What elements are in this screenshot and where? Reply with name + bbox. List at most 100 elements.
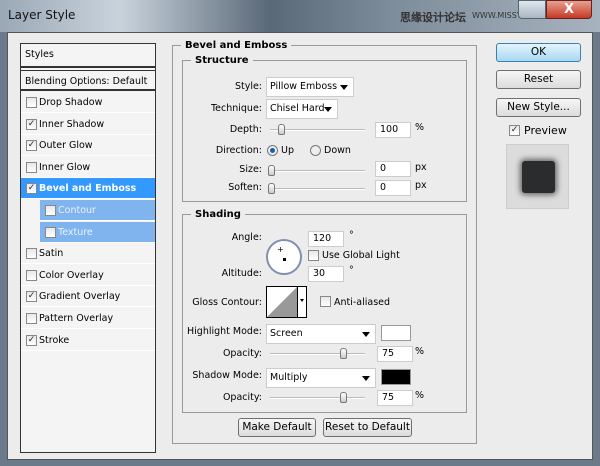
direction-down-label: Down: [324, 145, 351, 156]
size-input[interactable]: 0: [375, 161, 411, 177]
highlight-color-swatch[interactable]: [381, 325, 411, 341]
shadow-opacity-input[interactable]: 75: [377, 390, 413, 406]
shadow-opacity-thumb[interactable]: [340, 392, 347, 403]
style-checkbox[interactable]: ✓: [26, 334, 37, 346]
styles-list: Styles Blending Options: Default Drop Sh…: [20, 43, 156, 453]
depth-slider-thumb[interactable]: [278, 124, 285, 135]
altitude-input[interactable]: 30: [308, 266, 344, 282]
angle-input[interactable]: 120: [308, 231, 344, 247]
highlight-mode-label: Highlight Mode:: [187, 326, 262, 337]
soften-slider[interactable]: [268, 183, 365, 194]
style-checkbox[interactable]: ✓: [26, 118, 37, 130]
bevel-title: Bevel and Emboss: [185, 40, 288, 51]
reset-button[interactable]: Reset: [496, 70, 581, 89]
style-item-color-overlay[interactable]: Color Overlay: [21, 265, 155, 286]
size-slider[interactable]: [268, 165, 365, 176]
style-item-stroke[interactable]: ✓ Stroke: [21, 330, 155, 351]
highlight-opacity-thumb[interactable]: [340, 348, 347, 359]
style-checkbox[interactable]: [26, 248, 37, 260]
global-light-checkbox[interactable]: [308, 250, 319, 261]
style-item-drop-shadow[interactable]: Drop Shadow: [21, 92, 155, 113]
style-item-gradient-overlay[interactable]: ✓ Gradient Overlay: [21, 286, 155, 308]
shadow-color-swatch[interactable]: [381, 369, 411, 385]
soften-input[interactable]: 0: [375, 180, 411, 196]
angle-degree: °: [349, 230, 354, 241]
styles-header[interactable]: Styles: [21, 44, 155, 68]
blending-options[interactable]: Blending Options: Default: [21, 70, 155, 91]
anti-aliased-label: Anti-aliased: [334, 297, 391, 308]
style-preview: [506, 144, 569, 209]
direction-up-radio[interactable]: [267, 145, 278, 156]
style-item-bevel-and-emboss[interactable]: ✓ Bevel and Emboss: [21, 178, 155, 200]
depth-input[interactable]: 100: [375, 122, 411, 138]
style-checkbox[interactable]: [26, 97, 37, 108]
style-checkbox[interactable]: [45, 226, 56, 238]
style-item-texture[interactable]: Texture: [40, 221, 155, 243]
new-style-button[interactable]: New Style...: [496, 98, 581, 117]
restore-button[interactable]: [518, 0, 546, 19]
shadow-mode-label: Shadow Mode:: [192, 370, 262, 381]
style-item-inner-glow[interactable]: Inner Glow: [21, 157, 155, 178]
technique-select[interactable]: Chisel Hard: [266, 99, 338, 119]
chevron-down-icon: [324, 107, 332, 112]
style-item-label: Inner Shadow: [39, 118, 105, 130]
size-unit: px: [415, 162, 427, 173]
shadow-mode-select[interactable]: Multiply: [266, 368, 376, 388]
angle-center-dot: [283, 258, 286, 261]
highlight-opacity-input[interactable]: 75: [377, 346, 413, 362]
reset-to-default-button[interactable]: Reset to Default: [323, 418, 412, 437]
style-checkbox[interactable]: [26, 269, 37, 281]
gloss-contour-label: Gloss Contour:: [192, 297, 262, 308]
style-item-inner-shadow[interactable]: ✓ Inner Shadow: [21, 114, 155, 135]
style-checkbox[interactable]: ✓: [26, 183, 37, 195]
style-item-label: Contour: [58, 205, 96, 216]
style-value: Pillow Emboss: [270, 81, 338, 92]
angle-dial[interactable]: +: [266, 239, 302, 275]
style-item-label: Pattern Overlay: [39, 313, 114, 324]
style-item-label: Gradient Overlay: [39, 291, 121, 303]
soften-unit: px: [415, 180, 427, 191]
global-light-label: Use Global Light: [322, 250, 400, 261]
ok-button[interactable]: OK: [496, 43, 581, 62]
anti-aliased-checkbox[interactable]: [320, 296, 331, 307]
style-checkbox[interactable]: [26, 161, 37, 173]
style-item-label: Bevel and Emboss: [39, 183, 137, 195]
contour-dropdown[interactable]: [297, 287, 306, 317]
style-item-label: Outer Glow: [39, 140, 93, 152]
shadow-opacity-slider[interactable]: [270, 392, 365, 403]
style-checkbox[interactable]: ✓: [26, 291, 37, 303]
style-select[interactable]: Pillow Emboss: [266, 77, 354, 97]
window-title: Layer Style: [8, 8, 76, 22]
watermark: 思缘设计论坛: [400, 11, 466, 24]
style-item-label: Color Overlay: [39, 269, 104, 281]
highlight-opacity-label: Opacity:: [222, 348, 262, 359]
shadow-opacity-unit: %: [415, 390, 425, 401]
shadow-opacity-label: Opacity:: [222, 392, 262, 403]
soften-label: Soften:: [228, 182, 262, 193]
style-item-outer-glow[interactable]: ✓ Outer Glow: [21, 135, 155, 157]
soften-slider-thumb[interactable]: [268, 183, 275, 194]
preview-checkbox[interactable]: ✓: [509, 125, 520, 136]
size-slider-thumb[interactable]: [268, 165, 275, 176]
chevron-down-icon: [300, 299, 304, 302]
style-item-contour[interactable]: Contour: [40, 200, 155, 221]
style-checkbox[interactable]: ✓: [26, 140, 37, 152]
style-item-pattern-overlay[interactable]: Pattern Overlay: [21, 308, 155, 329]
close-button[interactable]: X: [546, 0, 592, 19]
chevron-down-icon: [362, 376, 370, 381]
highlight-mode-value: Screen: [270, 328, 303, 339]
direction-down-radio[interactable]: [310, 145, 321, 156]
style-item-satin[interactable]: Satin: [21, 243, 155, 265]
highlight-mode-select[interactable]: Screen: [266, 324, 376, 344]
style-checkbox[interactable]: [45, 205, 56, 216]
make-default-button[interactable]: Make Default: [238, 418, 316, 437]
preview-swatch: [522, 161, 555, 193]
depth-slider[interactable]: [270, 124, 365, 135]
gloss-contour-picker[interactable]: [266, 286, 307, 318]
style-checkbox[interactable]: [26, 313, 37, 324]
preview-label: Preview: [524, 124, 567, 137]
style-label: Style:: [234, 81, 262, 92]
style-item-label: Satin: [39, 248, 64, 260]
highlight-opacity-slider[interactable]: [270, 348, 365, 359]
altitude-label: Altitude:: [221, 268, 262, 279]
